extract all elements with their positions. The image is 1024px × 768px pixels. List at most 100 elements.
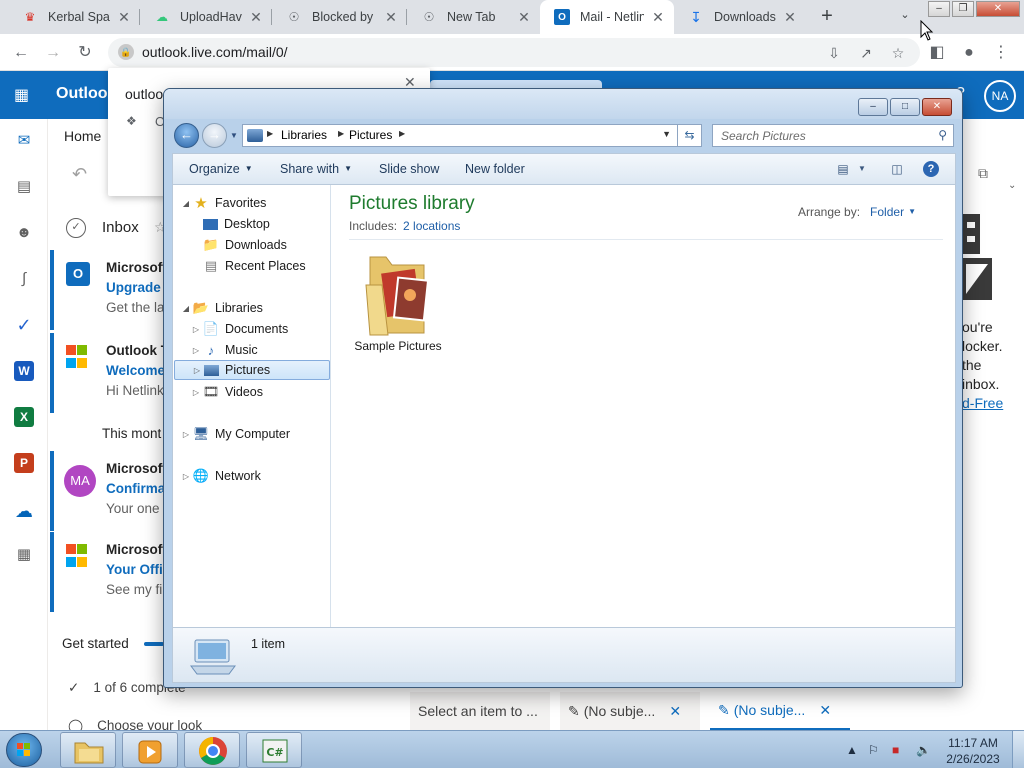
powerpoint-icon[interactable]: P xyxy=(14,453,34,473)
breadcrumb-arrow-icon[interactable]: ▶ xyxy=(267,129,273,138)
app-launcher-icon[interactable]: ▦ xyxy=(14,85,34,105)
help-icon[interactable]: ? xyxy=(923,161,939,177)
draft-tab-active[interactable]: ✎ (No subje... ✕ xyxy=(710,692,850,730)
undo-icon[interactable]: ↶ xyxy=(72,164,87,185)
chrome-menu-icon[interactable]: ⋮ xyxy=(988,40,1014,66)
home-tab[interactable]: Home xyxy=(64,128,101,144)
word-icon[interactable]: W xyxy=(14,361,34,381)
profile-icon[interactable]: ● xyxy=(956,40,982,66)
explorer-address-bar[interactable]: ▶ Libraries ▶ Pictures ▶ ▼ xyxy=(242,124,678,147)
new-folder-button[interactable]: New folder xyxy=(465,162,525,176)
collapse-arrow-icon[interactable]: ◢ xyxy=(181,199,191,208)
network-status-icon[interactable]: ■ xyxy=(892,743,899,757)
tab-blocked[interactable]: ☉ Blocked by C ✕ xyxy=(272,0,407,34)
mail-item[interactable]: Outlook T Welcome Hi Netlink xyxy=(50,333,170,413)
nav-videos[interactable]: ▷ 🎞 Videos xyxy=(191,382,263,402)
view-options-dropdown-icon[interactable]: ▼ xyxy=(857,161,867,177)
popout-icon[interactable]: ⧉ xyxy=(978,165,988,182)
side-panel-icon[interactable]: ◧ xyxy=(924,40,950,66)
back-button[interactable]: ← xyxy=(174,123,199,148)
breadcrumb-pictures[interactable]: Pictures xyxy=(349,128,392,142)
preview-pane-icon[interactable]: ◫ xyxy=(889,161,905,177)
show-hidden-icons[interactable]: ▲ xyxy=(846,743,858,757)
mail-item[interactable]: O Microsoft Upgrade T Get the la xyxy=(50,250,173,330)
outlook-brand[interactable]: Outloo xyxy=(56,85,108,103)
promo-link[interactable]: d-Free xyxy=(962,394,1022,413)
address-bar[interactable]: 🔒 outlook.live.com/mail/0/ ⇩ ↗ ☆ xyxy=(108,38,920,67)
system-clock[interactable]: 11:17 AM 2/26/2023 xyxy=(940,735,1006,767)
calendar-icon[interactable]: ▤ xyxy=(12,175,36,199)
get-started-label[interactable]: Get started xyxy=(62,636,129,651)
expand-arrow-icon[interactable]: ▷ xyxy=(192,366,202,375)
restore-window-button[interactable]: ❐ xyxy=(952,1,974,17)
minimize-window-button[interactable]: – xyxy=(928,1,950,17)
organize-button[interactable]: Organize ▼ xyxy=(189,162,253,176)
nav-network[interactable]: ▷ 🌐 Network xyxy=(181,466,261,486)
explorer-search-input[interactable]: Search Pictures ⚲ xyxy=(712,124,954,147)
tab-new-tab[interactable]: ☉ New Tab ✕ xyxy=(407,0,540,34)
tab-close-icon[interactable]: ✕ xyxy=(383,9,399,26)
taskbar-chrome[interactable] xyxy=(184,732,240,768)
tab-search-chevron-icon[interactable]: ⌄ xyxy=(896,8,914,26)
tab-downloads[interactable]: ↧ Downloads ✕ xyxy=(674,0,806,34)
expand-arrow-icon[interactable]: ▷ xyxy=(191,388,201,397)
close-draft-icon[interactable]: ✕ xyxy=(669,703,681,720)
back-arrow-icon[interactable]: ← xyxy=(8,40,34,66)
includes-locations-link[interactable]: 2 locations xyxy=(403,219,460,233)
expand-arrow-icon[interactable]: ▷ xyxy=(191,346,201,355)
tab-close-icon[interactable]: ✕ xyxy=(116,9,132,26)
explorer-maximize-button[interactable]: □ xyxy=(890,98,920,116)
forward-arrow-icon[interactable]: → xyxy=(40,40,66,66)
url-text[interactable]: outlook.live.com/mail/0/ xyxy=(142,44,288,60)
arrange-by-dropdown[interactable]: Folder xyxy=(870,205,904,219)
mail-item[interactable]: Microsoft Your Offic See my fil xyxy=(50,532,170,612)
volume-icon[interactable]: 🔈 xyxy=(916,743,931,757)
mail-item[interactable]: MA Microsoft Confirmat Your one a xyxy=(50,451,171,531)
tab-close-icon[interactable]: ✕ xyxy=(650,9,666,26)
tab-mail[interactable]: O Mail - Netlin ✕ xyxy=(540,0,674,34)
onedrive-icon[interactable]: ☁ xyxy=(12,499,36,523)
mail-icon[interactable]: ✉ xyxy=(12,129,36,153)
nav-favorites[interactable]: ◢ ★ Favorites xyxy=(181,193,266,213)
taskbar-csharp[interactable]: C# xyxy=(246,732,302,768)
expand-chevron-icon[interactable]: ⌄ xyxy=(1008,180,1016,191)
install-app-icon[interactable]: ⇩ xyxy=(824,43,844,63)
expand-arrow-icon[interactable]: ▷ xyxy=(181,430,191,439)
folder-sample-pictures[interactable]: Sample Pictures xyxy=(349,245,447,355)
excel-icon[interactable]: X xyxy=(14,407,34,427)
breadcrumb-arrow-icon[interactable]: ▶ xyxy=(399,129,405,138)
nav-downloads[interactable]: 📁 Downloads xyxy=(203,235,287,255)
explorer-titlebar[interactable]: – □ ✕ xyxy=(164,89,962,119)
tab-kerbal-space[interactable]: ♛ Kerbal Space ✕ xyxy=(8,0,140,34)
collapse-arrow-icon[interactable]: ◢ xyxy=(181,304,191,313)
address-dropdown-icon[interactable]: ▼ xyxy=(662,129,671,139)
new-tab-button[interactable]: + xyxy=(815,5,839,29)
bookmark-star-icon[interactable]: ☆ xyxy=(888,43,908,63)
close-window-button[interactable]: ✕ xyxy=(976,1,1020,17)
choose-look-item[interactable]: ◯ Choose your look xyxy=(68,718,202,730)
nav-pictures[interactable]: ▷ Pictures xyxy=(174,360,330,380)
account-avatar[interactable]: NA xyxy=(984,80,1016,112)
start-button[interactable] xyxy=(6,733,42,767)
people-icon[interactable]: ☻ xyxy=(12,221,36,245)
nav-my-computer[interactable]: ▷ 🖥 My Computer xyxy=(181,424,290,444)
refresh-icon[interactable]: ⇆ xyxy=(678,124,702,147)
todo-icon[interactable]: ✓ xyxy=(12,313,36,337)
forward-button[interactable]: → xyxy=(202,123,227,148)
nav-music[interactable]: ▷ ♪ Music xyxy=(191,340,258,360)
nav-libraries[interactable]: ◢ 📂 Libraries xyxy=(181,298,263,318)
action-center-icon[interactable]: ⚐ xyxy=(868,743,879,757)
reading-pane-tab[interactable]: Select an item to ... xyxy=(410,692,550,730)
tab-close-icon[interactable]: ✕ xyxy=(516,9,532,26)
recent-pages-dropdown-icon[interactable]: ▼ xyxy=(230,131,238,140)
select-all-icon[interactable]: ✓ xyxy=(66,218,86,238)
more-apps-icon[interactable]: ▦ xyxy=(12,543,36,567)
close-draft-icon[interactable]: ✕ xyxy=(819,702,831,719)
dropdown-arrow-icon[interactable]: ▼ xyxy=(908,207,916,216)
reload-icon[interactable]: ↻ xyxy=(72,40,98,66)
expand-arrow-icon[interactable]: ▷ xyxy=(181,472,191,481)
attachment-icon[interactable]: ∫ xyxy=(12,267,36,291)
taskbar-explorer[interactable] xyxy=(60,732,116,768)
explorer-close-button[interactable]: ✕ xyxy=(922,98,952,116)
share-icon[interactable]: ↗ xyxy=(856,43,876,63)
